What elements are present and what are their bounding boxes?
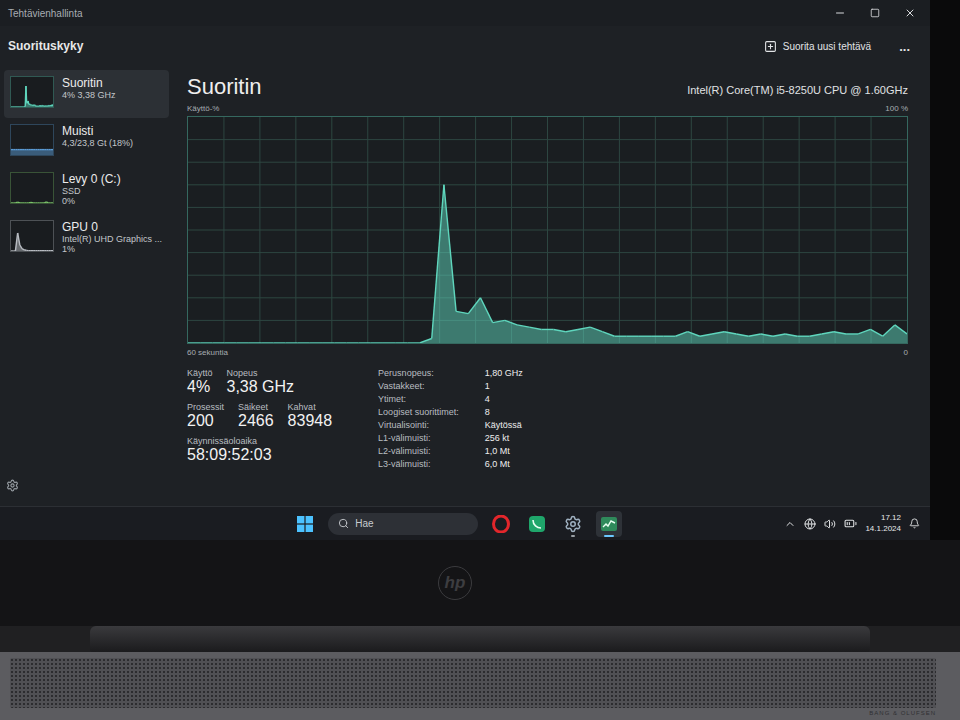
sidebar-item-detail: 1% [62,244,162,254]
mini-graph-chart [11,173,53,203]
detail-value: 1,0 Mt [485,446,523,456]
sidebar-item[interactable]: Levy 0 (C:)SSD0% [4,166,169,214]
detail-label: Perusnopeus: [378,368,459,378]
uptime-stat: Käynnissäoloaika58:09:52:03 [187,436,332,464]
detail-value: 6,0 Mt [485,459,523,469]
detail-label: Loogiset suorittimet: [378,407,459,417]
sidebar-item-detail: SSD [62,186,121,196]
mini-graph [10,220,54,252]
mini-graph-chart [11,221,53,251]
detail-value: 8 [485,407,523,417]
mini-graph-chart [11,125,53,155]
windows-logo-icon[interactable] [297,516,313,532]
hinge [0,626,960,652]
title-bar: Tehtävienhallinta [0,0,930,26]
maximize-icon[interactable] [870,8,880,18]
mini-graph [10,76,54,108]
cpu-name: Intel(R) Core(TM) i5-8250U CPU @ 1.60GHz [687,84,908,100]
x-axis-label: 60 sekuntia [187,348,228,357]
chevron-up-icon[interactable] [784,518,796,530]
settings-icon[interactable] [6,479,19,492]
taskbar-app[interactable] [524,511,550,537]
mini-graph-chart [11,77,53,107]
minimize-icon[interactable] [834,7,846,19]
brand-label: BANG & OLUFSEN [869,708,936,716]
sidebar-item[interactable]: Muisti4,3/23,8 Gt (18%) [4,118,169,166]
task-manager-icon [600,515,618,533]
window-title: Tehtävienhallinta [8,8,83,19]
sidebar-item-detail: 0% [62,196,121,206]
usage-chart-graph [188,117,907,343]
taskbar-app[interactable] [488,511,514,537]
keyboard-deck: BANG & OLUFSEN [0,652,960,720]
header: Suorituskyky Suorita uusi tehtävä... [0,26,930,66]
running-indicator [604,535,614,537]
sidebar-item-name: Suoritin [62,76,116,90]
panel-title: Suoritin [187,74,262,100]
stat: Käyttö4% [187,368,213,396]
start-button[interactable] [292,511,318,537]
bell-icon[interactable] [909,518,920,529]
sidebar-item-detail: 4,3/23,8 Gt (18%) [62,138,133,148]
x-axis-min: 0 [904,348,908,357]
sidebar-item-name: Muisti [62,124,133,138]
detail-label: Virtualisointi: [378,420,459,430]
detail-label: Vastakkeet: [378,381,459,391]
volume-icon[interactable] [824,518,836,530]
page-title: Suorituskyky [8,39,83,53]
detail-label: Ytimet: [378,394,459,404]
system-tray: 17.1214.1.2024 [784,513,920,534]
screen: Tehtävienhallinta Suorituskyky Suorita uus… [0,0,930,540]
network-icon[interactable] [804,518,816,530]
run-task-button[interactable]: Suorita uusi tehtävä [758,36,877,57]
detail-value: 1 [485,381,523,391]
running-indicator [571,535,575,537]
taskbar: Hae 17.1214.1.2024 [0,506,930,540]
clock[interactable]: 17.1214.1.2024 [865,513,901,534]
more-button[interactable]: ... [895,37,914,56]
sidebar-item-detail: 4% 3,38 GHz [62,90,116,100]
detail-label: L1-välimuisti: [378,433,459,443]
speaker-grill [10,658,936,708]
count-stat: Kahvat83948 [288,402,333,430]
mini-graph [10,124,54,156]
opera-icon [492,515,510,533]
stat: Nopeus3,38 GHz [227,368,295,396]
sidebar: Suoritin4% 3,38 GHzMuisti4,3/23,8 Gt (18… [0,66,175,506]
detail-value: Käytössä [485,420,523,430]
sidebar-item[interactable]: Suoritin4% 3,38 GHz [4,70,169,118]
y-axis-label: Käyttö-% [187,104,219,113]
sidebar-item-name: GPU 0 [62,220,162,234]
store-icon [528,515,546,533]
count-stat: Säikeet2466 [238,402,274,430]
detail-value: 1,80 GHz [485,368,523,378]
sidebar-item-name: Levy 0 (C:) [62,172,121,186]
page: Tehtävienhallinta Suorituskyky Suorita uus… [0,0,960,720]
detail-value: 256 kt [485,433,523,443]
screen-bezel: hp [0,540,960,626]
mini-graph [10,172,54,204]
usage-chart [187,116,908,344]
hp-logo: hp [438,566,472,600]
taskbar-app[interactable] [596,511,622,537]
battery-icon[interactable] [844,517,857,530]
search-icon [338,518,349,529]
detail-label: L3-välimuisti: [378,459,459,469]
detail-list: Perusnopeus: 1,80 GHz Vastakkeet: 1 Ytimet: 4… [378,368,523,469]
detail-label: L2-välimuisti: [378,446,459,456]
run-task-icon [764,40,777,53]
search-box[interactable]: Hae [328,513,478,535]
settings-icon [564,515,582,533]
y-axis-max: 100 % [885,104,908,113]
count-stat: Prosessit200 [187,402,224,430]
sidebar-item-detail: Intel(R) UHD Graphics ... [62,234,162,244]
close-icon[interactable] [904,7,916,19]
sidebar-item[interactable]: GPU 0Intel(R) UHD Graphics ...1% [4,214,169,262]
detail-value: 4 [485,394,523,404]
main-panel: Suoritin Intel(R) Core(TM) i5-8250U CPU @… [175,66,930,506]
taskbar-app[interactable] [560,511,586,537]
